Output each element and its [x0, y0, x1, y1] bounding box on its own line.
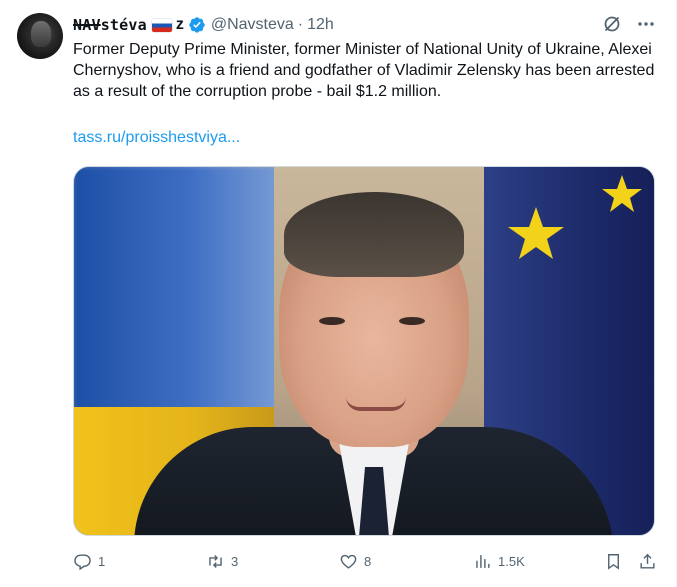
timestamp[interactable]: 12h: [307, 16, 334, 34]
russian-flag-icon: [151, 18, 172, 32]
bookmark-button[interactable]: [604, 552, 623, 571]
reply-button[interactable]: 1: [73, 552, 105, 571]
like-button[interactable]: 8: [339, 552, 371, 571]
retweet-button[interactable]: 3: [206, 552, 238, 571]
share-icon: [640, 553, 655, 569]
photo-flag-blue: [74, 167, 304, 417]
tweet-photo[interactable]: [73, 166, 655, 536]
reply-count: 1: [98, 553, 106, 569]
display-name-prefix: NAV: [73, 16, 101, 34]
analytics-icon: [476, 554, 490, 568]
tweet[interactable]: NAVstéva z @Navsteva · 12h Former Deputy…: [0, 0, 676, 587]
tweet-text: Former Deputy Prime Minister, former Min…: [73, 41, 655, 100]
header-actions: [602, 14, 656, 34]
display-name[interactable]: NAVstéva: [73, 16, 147, 34]
photo-eye-left: [319, 317, 345, 325]
verified-badge-icon[interactable]: [188, 16, 206, 34]
photo-eye-right: [399, 317, 425, 325]
avatar[interactable]: [17, 13, 63, 59]
display-name-rest: stéva: [100, 16, 147, 34]
tweet-actions: 1 3 8 1.5K: [73, 549, 658, 573]
grok-icon[interactable]: [602, 14, 622, 34]
photo-hair: [284, 192, 464, 277]
bookmark-icon: [608, 553, 619, 570]
view-count: 1.5K: [498, 553, 525, 569]
views-button[interactable]: 1.5K: [473, 552, 525, 571]
separator-dot: ·: [297, 16, 304, 33]
name-suffix: z: [175, 16, 184, 33]
photo-mouth: [346, 397, 406, 411]
more-options-icon[interactable]: [636, 14, 656, 34]
handle[interactable]: @Navsteva: [211, 16, 294, 34]
retweet-icon: [209, 554, 222, 568]
avatar-silhouette: [31, 21, 51, 47]
like-count: 8: [364, 553, 372, 569]
share-button[interactable]: [638, 552, 657, 571]
tweet-header: NAVstéva z @Navsteva · 12h: [73, 14, 656, 36]
retweet-count: 3: [231, 553, 239, 569]
heart-icon: [340, 554, 357, 569]
article-link[interactable]: tass.ru/proisshestviya...: [73, 129, 240, 147]
reply-icon: [74, 553, 91, 570]
